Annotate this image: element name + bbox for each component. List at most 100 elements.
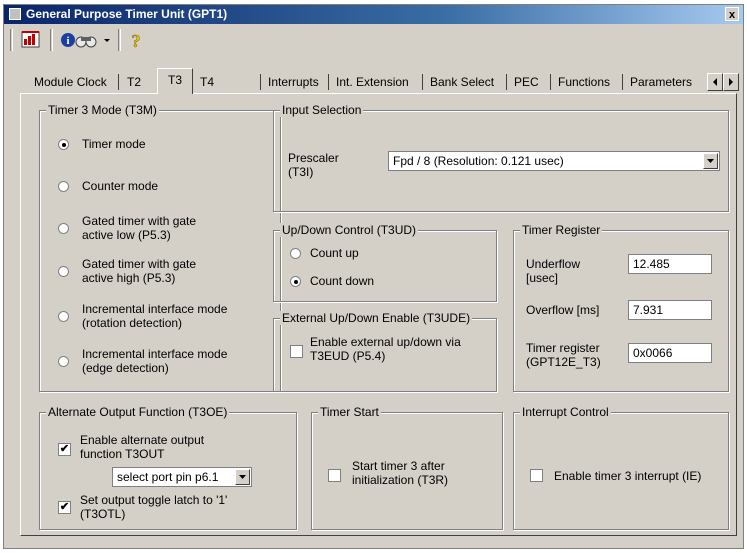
toggle-latch-label: Set output toggle latch to '1'	[80, 493, 228, 507]
enable-interrupt-checkbox[interactable]	[530, 469, 543, 482]
enable-alternate-output-checkbox[interactable]: ✔	[58, 443, 71, 456]
prescaler-label: (T3I)	[288, 165, 314, 179]
svg-text:i: i	[66, 35, 69, 47]
info-button[interactable]: i	[58, 28, 100, 52]
timer-start-label: Start timer 3 after	[352, 459, 445, 473]
option-label: active high (P5.3)	[82, 271, 176, 285]
tab-module-clock[interactable]: Module Clock	[28, 71, 113, 93]
tab-scroll-right-button[interactable]	[723, 73, 739, 91]
tab-t3[interactable]: T3	[157, 68, 193, 94]
chart-icon	[21, 31, 40, 48]
tab-t2[interactable]: T2	[121, 71, 147, 93]
group-title: Timer 3 Mode (T3M)	[46, 103, 159, 117]
underflow-label: Underflow	[526, 257, 581, 271]
tab-separator	[622, 74, 623, 90]
close-button[interactable]: x	[725, 7, 739, 21]
tab-separator	[550, 74, 551, 90]
group-title: Timer Register	[520, 223, 603, 237]
group-title: Input Selection	[280, 103, 364, 117]
tab-scroll-left-button[interactable]	[707, 73, 723, 91]
radio-count-up[interactable]	[290, 248, 301, 259]
tab-separator	[260, 74, 261, 90]
chevron-down-icon	[239, 475, 246, 479]
tab-pec[interactable]: PEC	[508, 71, 545, 93]
input-selection-group: Input Selection Prescaler (T3I) Fpd / 8 …	[273, 103, 729, 212]
radio-count-down[interactable]	[290, 276, 301, 287]
tab-separator	[328, 74, 329, 90]
external-updown-group: External Up/Down Enable (T3UDE) Enable e…	[273, 311, 497, 392]
help-button[interactable]: ?	[124, 28, 148, 52]
svg-text:?: ?	[132, 31, 141, 51]
option-label: Timer mode	[82, 137, 146, 151]
scroll-left-icon	[713, 78, 717, 86]
timer-register-label: Timer register	[526, 341, 600, 355]
toolbar-grip	[10, 29, 13, 51]
overflow-label: Overflow [ms]	[526, 303, 600, 317]
window-title: General Purpose Timer Unit (GPT1)	[26, 7, 228, 21]
group-title: Alternate Output Function (T3OE)	[46, 405, 230, 419]
option-label: Gated timer with gate	[82, 214, 197, 228]
tab-parameters[interactable]: Parameters	[624, 71, 698, 93]
info-dropdown-button[interactable]	[102, 28, 114, 52]
radio-gated-low[interactable]	[58, 223, 69, 234]
prescaler-label: Prescaler	[288, 151, 339, 165]
tab-separator	[118, 74, 119, 90]
tab-interrupts[interactable]: Interrupts	[262, 71, 325, 93]
timer-start-label: initialization (T3R)	[352, 473, 449, 487]
updown-control-group: Up/Down Control (T3UD) Count up Count do…	[273, 223, 497, 302]
option-label: (edge detection)	[82, 361, 169, 375]
window-icon	[9, 8, 21, 20]
radio-incremental-rotation[interactable]	[58, 311, 69, 322]
chevron-down-icon	[707, 159, 714, 163]
chart-button[interactable]	[18, 28, 44, 52]
set-toggle-latch-checkbox[interactable]: ✔	[58, 501, 71, 514]
option-label: active low (P5.3)	[82, 228, 171, 242]
tab-functions[interactable]: Functions	[552, 71, 616, 93]
alt-output-label: Enable alternate output	[80, 433, 205, 447]
option-label: (rotation detection)	[82, 316, 183, 330]
timer-register-group: Timer Register Underflow [usec] 12.485 O…	[513, 223, 729, 392]
toolbar-separator	[118, 29, 121, 51]
option-label: Counter mode	[82, 179, 159, 193]
start-timer-checkbox[interactable]	[328, 469, 341, 482]
timer-register-label: (GPT12E_T3)	[526, 355, 601, 369]
port-pin-dropdown-button[interactable]	[235, 469, 250, 485]
radio-incremental-edge[interactable]	[58, 356, 69, 367]
option-label: Incremental interface mode	[82, 302, 228, 316]
tab-int-extension[interactable]: Int. Extension	[330, 71, 415, 93]
alt-output-label: function T3OUT	[80, 447, 165, 461]
count-up-label: Count up	[310, 246, 359, 260]
radio-counter-mode[interactable]	[58, 181, 69, 192]
title-bar[interactable]: General Purpose Timer Unit (GPT1) x	[4, 5, 743, 24]
underflow-field[interactable]: 12.485	[628, 254, 712, 274]
toolbar: i ?	[4, 25, 743, 55]
overflow-field[interactable]: 7.931	[628, 300, 712, 320]
radio-gated-high[interactable]	[58, 266, 69, 277]
group-title: Up/Down Control (T3UD)	[280, 223, 419, 237]
interrupt-label: Enable timer 3 interrupt (IE)	[554, 469, 702, 483]
prescaler-value: Fpd / 8 (Resolution: 0.121 usec)	[393, 154, 564, 168]
tab-separator	[506, 74, 507, 90]
group-title: Timer Start	[318, 405, 381, 419]
enable-external-updown-checkbox[interactable]	[290, 345, 303, 358]
radio-timer-mode[interactable]	[58, 139, 69, 150]
timer3-mode-group: Timer 3 Mode (T3M) Timer mode Counter mo…	[39, 103, 281, 392]
port-pin-value: select port pin p6.1	[117, 470, 219, 484]
timer-register-field[interactable]: 0x0066	[628, 343, 712, 363]
tab-t4[interactable]: T4	[194, 71, 220, 93]
prescaler-select[interactable]: Fpd / 8 (Resolution: 0.121 usec)	[388, 151, 720, 171]
group-title: External Up/Down Enable (T3UDE)	[280, 311, 473, 325]
toolbar-separator	[50, 29, 53, 51]
info-binoculars-icon: i	[61, 33, 97, 48]
t3-tab-panel: Timer 3 Mode (T3M) Timer mode Counter mo…	[20, 93, 737, 536]
tab-bank-select[interactable]: Bank Select	[424, 71, 500, 93]
prescaler-dropdown-button[interactable]	[703, 153, 718, 169]
ext-updown-label: T3EUD (P5.4)	[310, 349, 386, 363]
toggle-latch-label: (T3OTL)	[80, 507, 126, 521]
scroll-right-icon	[729, 78, 733, 86]
port-pin-select[interactable]: select port pin p6.1	[112, 467, 252, 487]
timer-start-group: Timer Start Start timer 3 after initiali…	[311, 405, 503, 530]
group-title: Interrupt Control	[520, 405, 611, 419]
option-label: Gated timer with gate	[82, 257, 197, 271]
timer-dialog-window: General Purpose Timer Unit (GPT1) x i ? …	[3, 4, 744, 549]
